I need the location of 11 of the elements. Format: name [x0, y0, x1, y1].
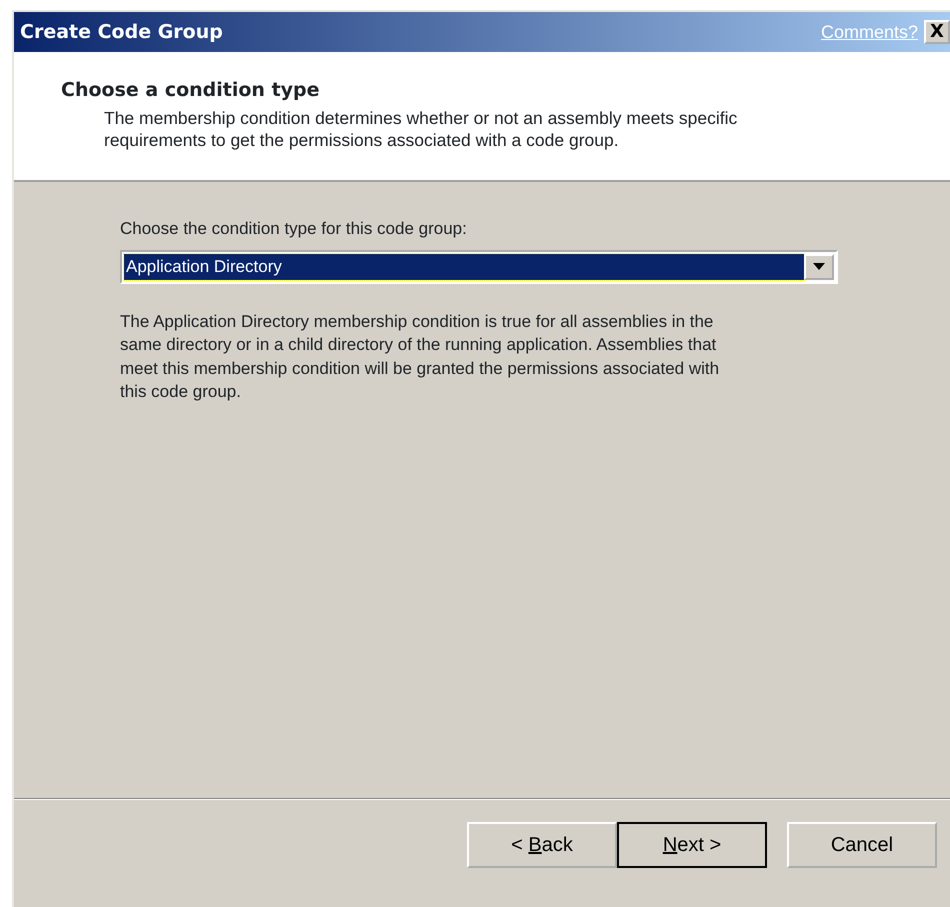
dropdown-arrow-icon [813, 262, 825, 270]
close-button[interactable]: X [924, 20, 950, 44]
wizard-button[interactable]: Cancel [787, 822, 937, 868]
window-title: Create Code Group [20, 20, 223, 45]
page-title: Choose a condition type [61, 78, 321, 103]
wizard-button[interactable]: < Back [467, 822, 617, 868]
wizard-button[interactable]: Next > [617, 822, 767, 868]
field-label: Choose the condition type for this code group: [120, 218, 468, 240]
condition-type-dropdown[interactable]: Application Directory [120, 250, 838, 284]
page-description: The membership condition determines whether or not an assembly meets specific requirements to get the permissions associated with a code group. [104, 106, 738, 150]
condition-description: The Application Directory membership condition is true for all assemblies in the same directory or in a child directory of the running application. Assemblies that meet this membership condition will be granted the permissions associated with this code group. [120, 310, 720, 403]
